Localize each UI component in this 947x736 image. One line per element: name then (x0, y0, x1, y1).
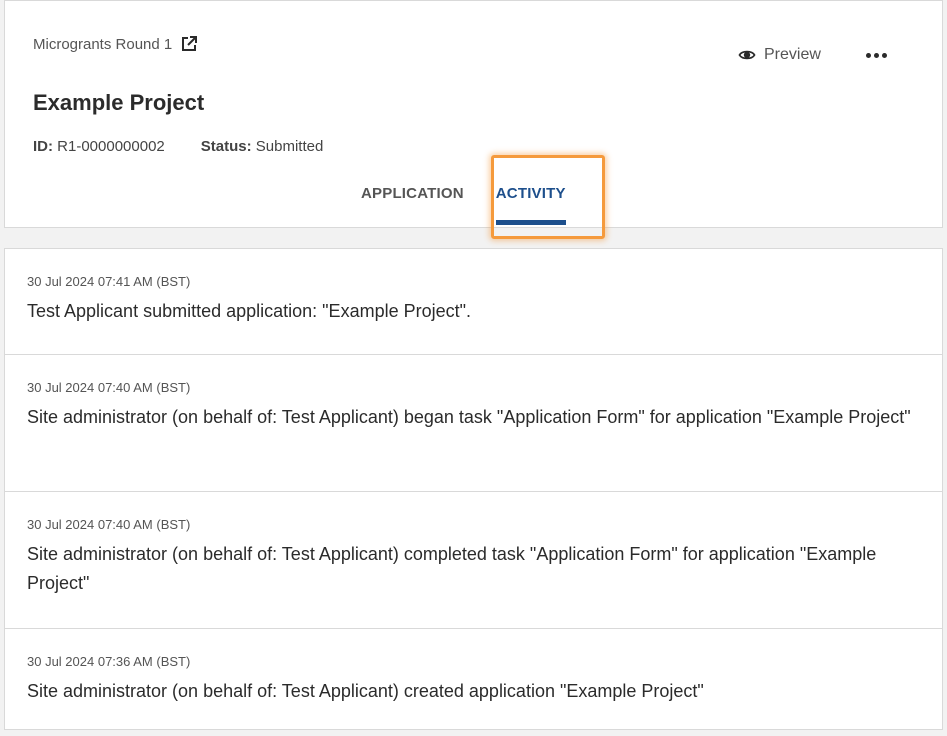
application-header: Microgrants Round 1 Preview Example Proj… (4, 0, 943, 228)
more-options-button[interactable] (863, 45, 891, 65)
preview-label: Preview (764, 46, 821, 63)
status-label: Status: (200, 138, 252, 155)
tab-activity[interactable]: ACTIVITY (480, 161, 582, 225)
eye-icon (738, 46, 756, 64)
activity-message: Test Applicant submitted application: "E… (27, 301, 472, 321)
tab-application[interactable]: APPLICATION (345, 161, 480, 225)
page: Microgrants Round 1 Preview Example Proj… (0, 0, 947, 736)
activity-timestamp: 30 Jul 2024 07:36 AM (BST) (27, 654, 191, 669)
tab-bar: APPLICATION ACTIVITY (345, 161, 582, 229)
id-label: ID: (33, 138, 53, 155)
status-value: Submitted (255, 138, 324, 155)
round-label[interactable]: Microgrants Round 1 (33, 36, 172, 53)
activity-message: Site administrator (on behalf of: Test A… (27, 407, 911, 427)
activity-list: 30 Jul 2024 07:41 AM (BST) Test Applican… (4, 248, 943, 730)
id-value: R1-0000000002 (57, 138, 165, 155)
project-title: Example Project (33, 90, 205, 115)
project-id: ID: R1-0000000002 (33, 138, 165, 155)
activity-timestamp: 30 Jul 2024 07:40 AM (BST) (27, 380, 191, 395)
project-status: Status: Submitted (201, 138, 324, 155)
activity-timestamp: 30 Jul 2024 07:41 AM (BST) (27, 274, 191, 289)
activity-timestamp: 30 Jul 2024 07:40 AM (BST) (27, 517, 191, 532)
activity-message: Site administrator (on behalf of: Test A… (27, 681, 704, 701)
header-actions: Preview (738, 45, 891, 65)
more-horizontal-icon (866, 52, 872, 58)
activity-item: 30 Jul 2024 07:40 AM (BST) Site administ… (5, 492, 942, 629)
project-meta: ID: R1-0000000002 Status: Submitted (33, 138, 323, 155)
activity-item: 30 Jul 2024 07:36 AM (BST) Site administ… (5, 629, 942, 729)
activity-item: 30 Jul 2024 07:40 AM (BST) Site administ… (5, 355, 942, 492)
preview-button[interactable]: Preview (738, 46, 821, 64)
activity-item: 30 Jul 2024 07:41 AM (BST) Test Applican… (5, 249, 942, 355)
round-link[interactable]: Microgrants Round 1 (33, 35, 198, 53)
external-link-icon[interactable] (180, 35, 198, 53)
activity-message: Site administrator (on behalf of: Test A… (27, 544, 877, 593)
